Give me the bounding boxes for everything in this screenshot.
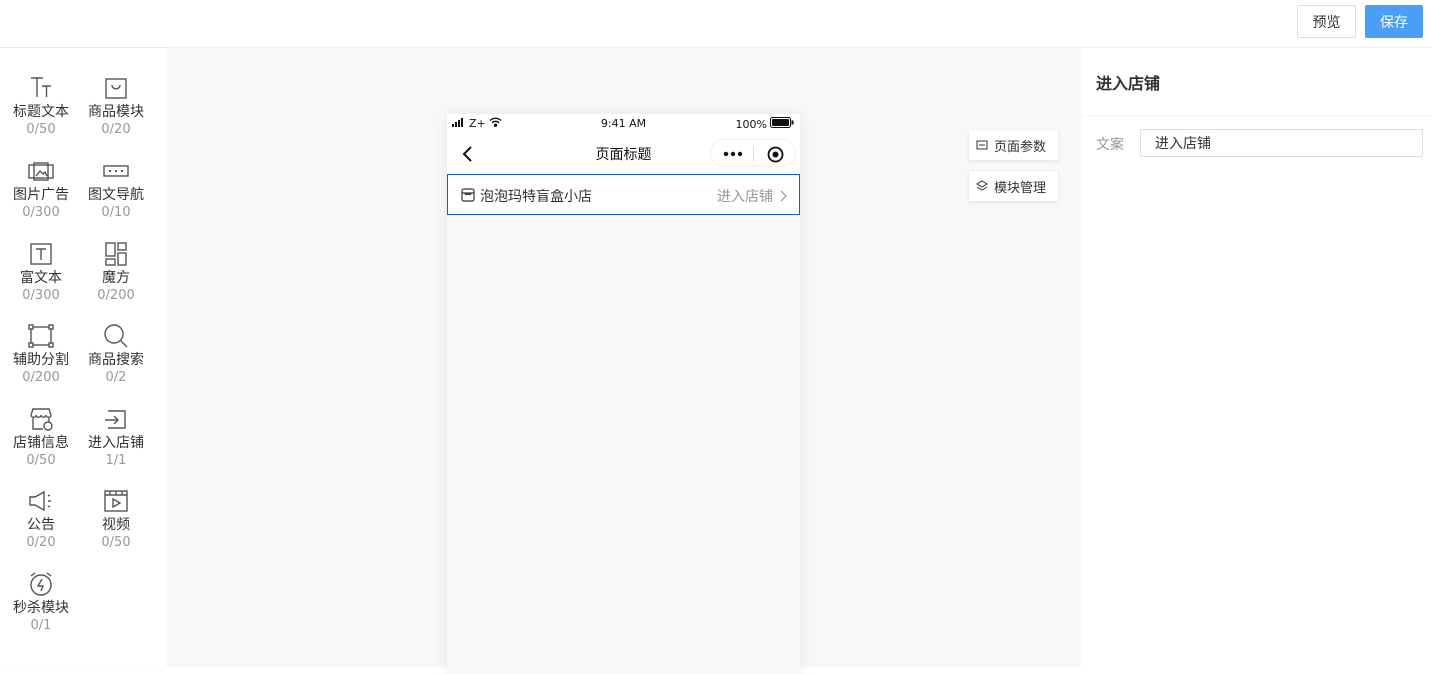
battery-percent: 100% bbox=[735, 117, 767, 131]
component-label: 富文本 bbox=[20, 270, 62, 286]
component-count: 0/20 bbox=[101, 122, 131, 137]
component-magic-cube[interactable]: 魔方 0/200 bbox=[78, 240, 154, 320]
settings-panel: 进入店铺 文案 bbox=[1081, 48, 1432, 667]
component-label: 店铺信息 bbox=[13, 435, 69, 451]
component-label: 魔方 bbox=[102, 270, 130, 286]
component-announcement[interactable]: 公告 0/20 bbox=[3, 487, 79, 567]
component-count: 0/2 bbox=[105, 370, 127, 385]
component-count: 0/20 bbox=[26, 535, 56, 550]
image-nav-icon bbox=[102, 157, 130, 185]
component-flash-sale[interactable]: 秒杀模块 0/1 bbox=[3, 570, 79, 650]
title-text-icon bbox=[27, 74, 55, 102]
chevron-right-icon bbox=[777, 188, 789, 202]
module-manage-label: 模块管理 bbox=[994, 180, 1047, 196]
phone-status-bar: Z+ 9:41 AM 100% bbox=[447, 114, 800, 134]
component-count: 0/50 bbox=[26, 122, 56, 137]
component-count: 0/50 bbox=[26, 453, 56, 468]
phone-preview: Z+ 9:41 AM 100% 页面标题 泡泡玛特盲盒小店 进入店铺 bbox=[447, 114, 800, 674]
component-video[interactable]: 视频 0/50 bbox=[78, 487, 154, 567]
top-toolbar: 预览 保存 bbox=[0, 0, 1432, 48]
component-label: 图片广告 bbox=[13, 187, 69, 203]
component-label: 商品模块 bbox=[88, 104, 144, 120]
rich-text-icon bbox=[27, 240, 55, 268]
battery-icon bbox=[770, 117, 794, 131]
page-params-label: 页面参数 bbox=[994, 139, 1047, 155]
store-info-icon bbox=[27, 405, 55, 433]
component-divider[interactable]: 辅助分割 0/200 bbox=[3, 322, 79, 402]
component-count: 0/300 bbox=[22, 288, 60, 303]
component-image-ad[interactable]: 图片广告 0/300 bbox=[3, 157, 79, 237]
page-params-button[interactable]: 页面参数 bbox=[969, 130, 1058, 160]
image-ad-icon bbox=[27, 157, 55, 185]
save-button[interactable]: 保存 bbox=[1365, 5, 1423, 38]
flash-sale-icon bbox=[27, 570, 55, 598]
page-params-icon bbox=[976, 139, 988, 151]
component-label: 进入店铺 bbox=[88, 435, 144, 451]
editor-canvas: Z+ 9:41 AM 100% 页面标题 泡泡玛特盲盒小店 进入店铺 页面参数 … bbox=[166, 48, 1081, 674]
component-label: 辅助分割 bbox=[13, 352, 69, 368]
component-label: 视频 bbox=[102, 517, 130, 533]
component-count: 0/300 bbox=[22, 205, 60, 220]
component-image-nav[interactable]: 图文导航 0/10 bbox=[78, 157, 154, 237]
component-rich-text[interactable]: 富文本 0/300 bbox=[3, 240, 79, 320]
phone-nav-bar: 页面标题 bbox=[447, 134, 800, 174]
component-title-text[interactable]: 标题文本 0/50 bbox=[3, 74, 79, 154]
miniprogram-capsule bbox=[710, 139, 796, 167]
component-label: 商品搜索 bbox=[88, 352, 144, 368]
module-manage-button[interactable]: 模块管理 bbox=[969, 171, 1058, 201]
component-panel: 标题文本 0/50 商品模块 0/20 图片广告 0/300 图文导航 0/10… bbox=[0, 48, 166, 667]
magic-cube-icon bbox=[102, 240, 130, 268]
component-count: 0/200 bbox=[97, 288, 135, 303]
enter-store-text: 进入店铺 bbox=[717, 189, 773, 205]
settings-divider bbox=[1081, 115, 1432, 116]
search-icon bbox=[102, 322, 130, 350]
divider-icon bbox=[27, 322, 55, 350]
component-store-info[interactable]: 店铺信息 0/50 bbox=[3, 405, 79, 485]
close-target-icon[interactable] bbox=[754, 140, 797, 168]
component-goods-search[interactable]: 商品搜索 0/2 bbox=[78, 322, 154, 402]
preview-button[interactable]: 预览 bbox=[1297, 5, 1356, 38]
store-name: 泡泡玛特盲盒小店 bbox=[480, 189, 592, 205]
component-count: 0/200 bbox=[22, 370, 60, 385]
component-label: 图文导航 bbox=[88, 187, 144, 203]
layers-icon bbox=[976, 180, 988, 192]
component-count: 1/1 bbox=[105, 453, 127, 468]
video-icon bbox=[102, 487, 130, 515]
component-count: 0/10 bbox=[101, 205, 131, 220]
component-goods[interactable]: 商品模块 0/20 bbox=[78, 74, 154, 154]
copy-label: 文案 bbox=[1096, 137, 1124, 153]
component-enter-store[interactable]: 进入店铺 1/1 bbox=[78, 405, 154, 485]
more-dots-icon[interactable] bbox=[711, 140, 754, 168]
store-icon bbox=[460, 187, 476, 203]
component-count: 0/50 bbox=[101, 535, 131, 550]
copy-input[interactable] bbox=[1140, 129, 1423, 157]
component-count: 0/1 bbox=[30, 618, 52, 633]
enter-store-icon bbox=[102, 405, 130, 433]
announcement-icon bbox=[27, 487, 55, 515]
settings-title: 进入店铺 bbox=[1096, 74, 1161, 93]
component-label: 秒杀模块 bbox=[13, 600, 69, 616]
goods-bag-icon bbox=[102, 74, 130, 102]
enter-store-module[interactable]: 泡泡玛特盲盒小店 进入店铺 bbox=[447, 174, 800, 215]
component-label: 公告 bbox=[27, 517, 55, 533]
component-label: 标题文本 bbox=[13, 104, 69, 120]
